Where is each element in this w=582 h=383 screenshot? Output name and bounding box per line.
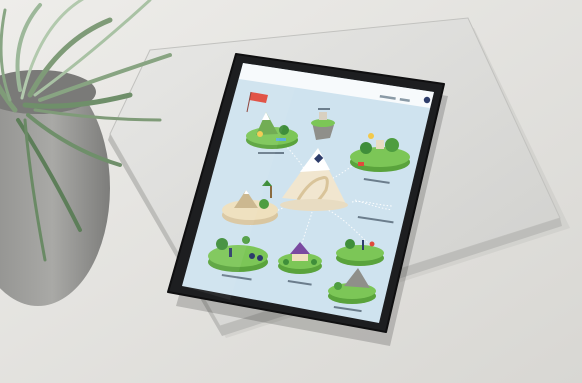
photo-scene bbox=[0, 0, 582, 383]
user-avatar-icon[interactable] bbox=[423, 96, 431, 104]
